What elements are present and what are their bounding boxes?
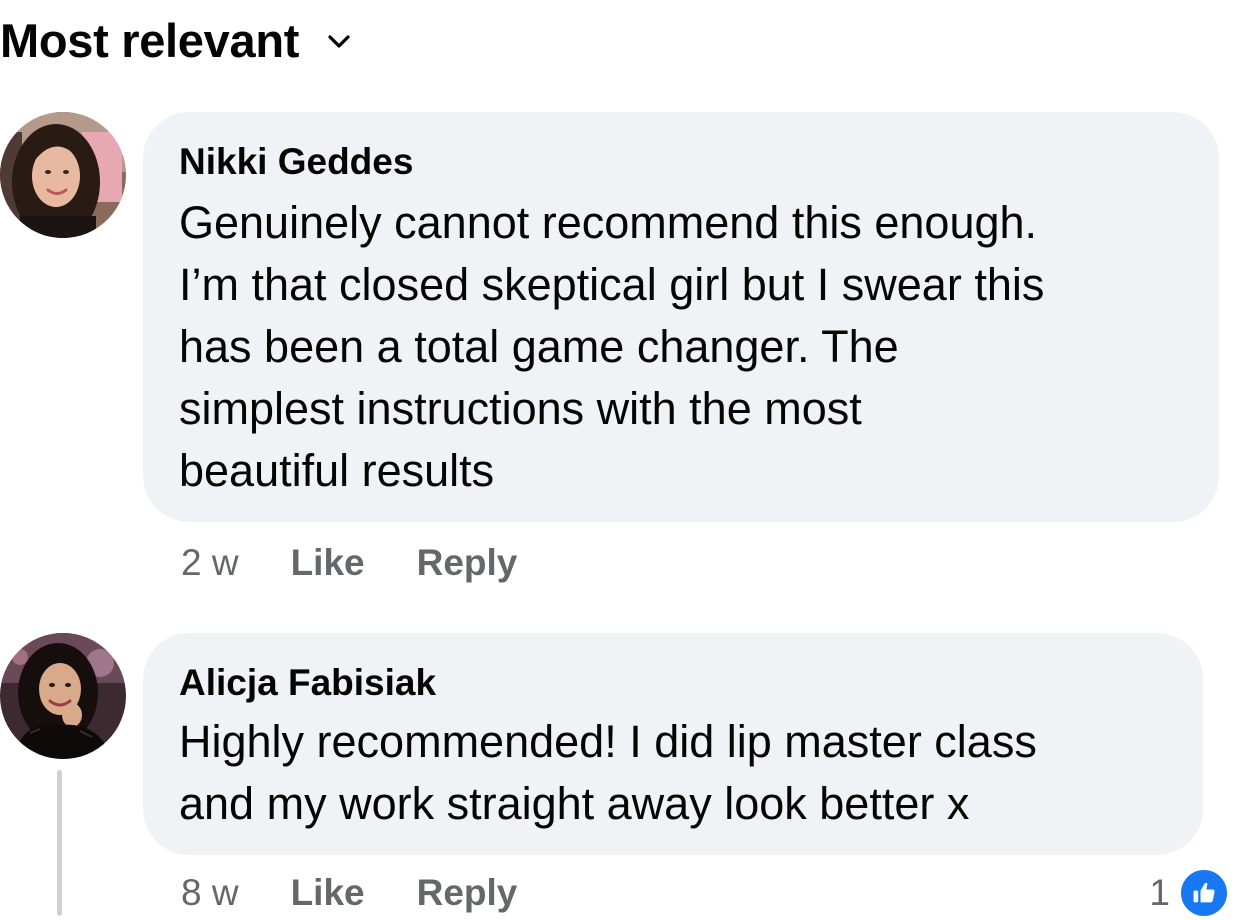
comment-author[interactable]: Alicja Fabisiak bbox=[179, 661, 436, 705]
comment-actions: 2 w Like Reply bbox=[181, 538, 569, 588]
reaction-count: 1 bbox=[1149, 872, 1170, 913]
like-button[interactable]: Like bbox=[291, 542, 365, 584]
comment-timestamp[interactable]: 8 w bbox=[181, 872, 239, 914]
reply-thread-line bbox=[57, 770, 62, 916]
comment-text: Genuinely cannot recommend this enough. … bbox=[179, 197, 1045, 496]
comment-timestamp[interactable]: 2 w bbox=[181, 542, 239, 584]
sort-dropdown[interactable]: Most relevant bbox=[0, 10, 353, 70]
comment-actions: 8 w Like Reply bbox=[181, 868, 569, 918]
like-button[interactable]: Like bbox=[291, 872, 365, 914]
comment-text: Highly recommended! I did lip master cla… bbox=[179, 716, 1037, 829]
reply-button[interactable]: Reply bbox=[417, 872, 518, 914]
avatar[interactable] bbox=[0, 112, 126, 238]
thumbs-up-icon bbox=[1178, 867, 1230, 919]
avatar[interactable] bbox=[0, 633, 126, 759]
chevron-down-icon bbox=[325, 28, 353, 56]
reply-button[interactable]: Reply bbox=[417, 542, 518, 584]
comment-bubble: Nikki Geddes Genuinely cannot recommend … bbox=[143, 112, 1219, 522]
sort-label: Most relevant bbox=[0, 13, 300, 67]
comment-bubble: Alicja Fabisiak Highly recommended! I di… bbox=[143, 633, 1203, 855]
comment-author[interactable]: Nikki Geddes bbox=[179, 140, 413, 184]
reaction-summary[interactable]: 1 bbox=[1149, 866, 1230, 920]
